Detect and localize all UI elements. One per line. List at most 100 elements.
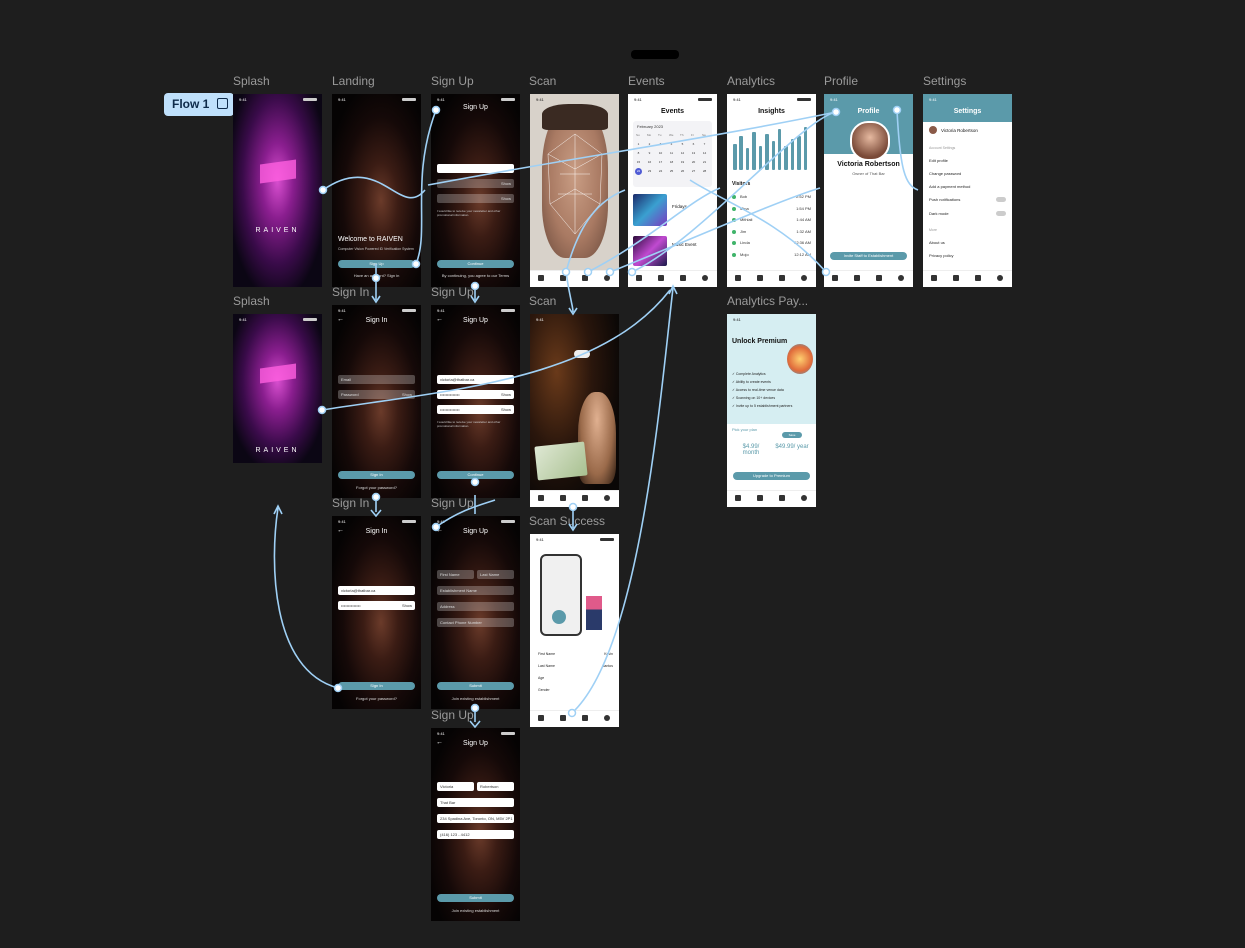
calendar-day[interactable]: 6 [690, 141, 697, 148]
list-tab-icon[interactable] [560, 495, 566, 501]
forgot-password-link[interactable]: Forgot your password? [332, 485, 421, 490]
email-field[interactable] [437, 164, 514, 173]
confirm-password-field[interactable]: Show [437, 194, 514, 203]
continue-button[interactable]: Continue [437, 471, 514, 479]
show-toggle[interactable]: Show [501, 390, 511, 399]
calendar-day[interactable]: 5 [679, 141, 686, 148]
camera-tab-icon[interactable] [538, 495, 544, 501]
event-title[interactable]: Fridays [672, 204, 687, 209]
show-toggle[interactable]: Show [501, 194, 511, 203]
frame-label-splash-2[interactable]: Splash [233, 294, 270, 308]
insights-bar[interactable] [733, 143, 737, 170]
list-tab-icon[interactable] [757, 495, 763, 501]
settings-change-password[interactable]: Change password [929, 171, 961, 176]
frame-label-scan[interactable]: Scan [529, 74, 556, 88]
profile-tab-icon[interactable] [604, 715, 610, 721]
last-name-field[interactable]: Last Name [477, 570, 514, 579]
insights-bar[interactable] [752, 131, 756, 170]
frame-label-profile[interactable]: Profile [824, 74, 858, 88]
last-name-field[interactable]: Robertson [477, 782, 514, 791]
chart-tab-icon[interactable] [975, 275, 981, 281]
submit-button[interactable]: Submit [437, 894, 514, 902]
frame-label-sign-in[interactable]: Sign In [332, 285, 369, 299]
calendar-day[interactable]: 24 [657, 168, 664, 175]
list-tab-icon[interactable] [953, 275, 959, 281]
frame-landing[interactable]: 9:41 Welcome to RAIVEN Computer Vision P… [332, 94, 421, 287]
settings-privacy[interactable]: Privacy policy [929, 253, 953, 258]
list-tab-icon[interactable] [560, 715, 566, 721]
frame-splash[interactable]: 9:41 RAIVEN [233, 94, 322, 287]
frame-label-analytics-pay[interactable]: Analytics Pay... [727, 294, 808, 308]
profile-tab-icon[interactable] [801, 495, 807, 501]
frame-settings[interactable]: 9:41 Settings Victoria Robertson Account… [923, 94, 1012, 287]
first-name-field[interactable]: Victoria [437, 782, 474, 791]
visitor-row[interactable]: Mojo 12:12 AM [732, 252, 811, 259]
frame-sign-in-2[interactable]: 9:41 ← Sign In victoria@thatbar.ca •••••… [332, 516, 421, 709]
list-tab-icon[interactable] [854, 275, 860, 281]
confirm-password-field[interactable]: •••••••••••••• Show [437, 405, 514, 414]
frame-analytics-paywall[interactable]: 9:41 Unlock Premium ✓ Complete Analytics… [727, 314, 816, 507]
avatar[interactable] [929, 126, 937, 134]
frame-sign-up-2[interactable]: 9:41 ← Sign Up victoria@thatbar.ca •••••… [431, 305, 520, 498]
frame-scan[interactable]: 9:41 [530, 94, 619, 287]
calendar-day[interactable]: 8 [635, 150, 642, 157]
monthly-plan[interactable]: $4.99/ month [735, 444, 767, 456]
chart-tab-icon[interactable] [779, 495, 785, 501]
frame-label-analytics[interactable]: Analytics [727, 74, 775, 88]
frame-label-sign-up-3[interactable]: Sign Up [431, 496, 474, 510]
calendar-day[interactable]: 12 [679, 150, 686, 157]
calendar-day[interactable]: 25 [668, 168, 675, 175]
calendar-day[interactable]: 18 [668, 159, 675, 166]
frame-events[interactable]: 9:41 Events February 2023 Su Mo Tu We Th Fr Sa… [628, 94, 717, 287]
address-field[interactable]: Address [437, 602, 514, 611]
frame-label-scan-2[interactable]: Scan [529, 294, 556, 308]
sign-in-button[interactable]: Sign In [338, 682, 415, 690]
insights-bar[interactable] [790, 138, 795, 170]
chart-tab-icon[interactable] [582, 495, 588, 501]
frame-label-settings[interactable]: Settings [923, 74, 966, 88]
calendar-day[interactable]: 21 [701, 159, 708, 166]
frame-sign-up-3[interactable]: 9:41 ← Sign Up First Name Last Name Esta… [431, 516, 520, 709]
profile-tab-icon[interactable] [997, 275, 1003, 281]
yearly-plan[interactable]: $49.99/ year [775, 444, 809, 450]
settings-add-payment[interactable]: Add a payment method [929, 184, 970, 189]
chart-tab-icon[interactable] [779, 275, 785, 281]
show-toggle[interactable]: Show [402, 601, 412, 610]
visitor-row[interactable]: Linda 12:36 AM [732, 240, 811, 247]
newsletter-checkbox[interactable]: I would like to receive your newsletter … [437, 420, 516, 428]
frame-label-sign-up[interactable]: Sign Up [431, 74, 474, 88]
show-toggle[interactable]: Show [402, 390, 412, 399]
calendar-day[interactable]: 20 [690, 159, 697, 166]
calendar-day[interactable]: 19 [679, 159, 686, 166]
calendar-day[interactable]: 16 [646, 159, 653, 166]
calendar-grid[interactable]: Su Mo Tu We Th Fr Sa 1 2 3 4 5 6 7 8 9 10 11 12 13 14 15 16 17 1… [635, 133, 709, 185]
frame-profile[interactable]: 9:41 Profile Victoria Robertson Owner of… [824, 94, 913, 287]
chart-tab-icon[interactable] [876, 275, 882, 281]
camera-tab-icon[interactable] [538, 275, 544, 281]
list-tab-icon[interactable] [658, 275, 664, 281]
sign-in-button[interactable]: Sign In [338, 471, 415, 479]
calendar-day[interactable]: 2 [646, 141, 653, 148]
camera-tab-icon[interactable] [931, 275, 937, 281]
insights-bar[interactable] [777, 129, 782, 170]
visitor-row[interactable]: Bob 2:52 PM [732, 194, 811, 201]
insights-bar[interactable] [797, 136, 801, 170]
calendar-day[interactable]: 1 [635, 141, 642, 148]
frame-splash-2[interactable]: 9:41 RAIVEN [233, 314, 322, 463]
continue-button[interactable]: Continue [437, 260, 514, 268]
frame-scan-success[interactable]: 9:41 First Name Kevin Last Name Santos Age Ge… [530, 534, 619, 727]
insights-bar[interactable] [784, 146, 788, 170]
camera-tab-icon[interactable] [832, 275, 838, 281]
phone-field[interactable]: (416) 123 - 4412 [437, 830, 514, 839]
invite-staff-button[interactable]: Invite Staff to Establishment [830, 252, 907, 260]
visitor-row[interactable]: Jim 1:32 AM [732, 229, 811, 236]
insights-bar[interactable] [745, 148, 750, 170]
join-establishment-link[interactable]: Join existing establishment [431, 696, 520, 701]
show-toggle[interactable]: Show [501, 405, 511, 414]
forgot-password-link[interactable]: Forgot your password? [332, 696, 421, 701]
insights-bar[interactable] [803, 126, 808, 170]
camera-tab-icon[interactable] [538, 715, 544, 721]
profile-tab-icon[interactable] [898, 275, 904, 281]
toolbar-pill[interactable] [631, 50, 679, 59]
calendar-day[interactable]: 17 [657, 159, 664, 166]
